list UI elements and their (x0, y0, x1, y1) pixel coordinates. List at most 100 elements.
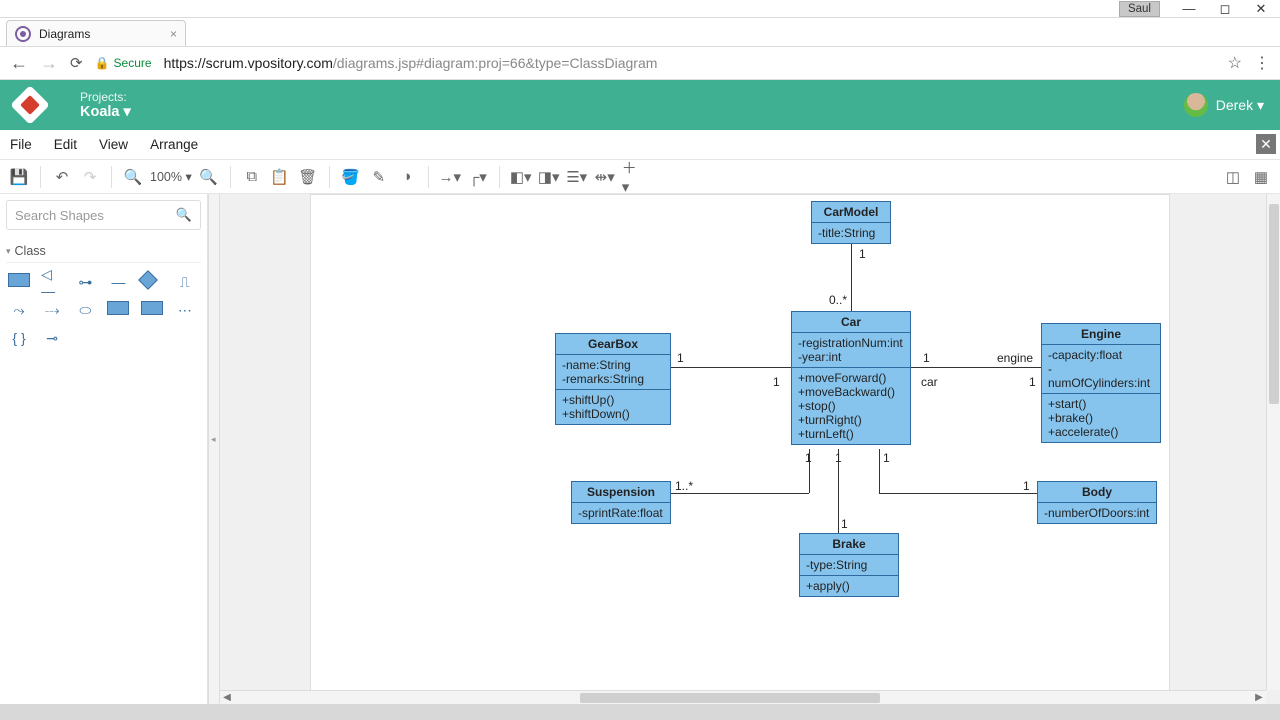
copy-icon[interactable]: ⧉ (241, 166, 263, 188)
shape-generalization-icon[interactable]: ◁— (41, 273, 63, 291)
window-minimize-icon[interactable]: — (1182, 2, 1196, 16)
url-text[interactable]: https://scrum.vpository.com/diagrams.jsp… (164, 55, 1216, 71)
bookmark-star-icon[interactable]: ☆ (1228, 53, 1242, 73)
shadow-icon[interactable]: ◑ (396, 166, 418, 188)
nav-back-icon[interactable]: ← (10, 53, 28, 74)
shape-realization-icon[interactable]: ⤏ (41, 301, 63, 319)
shape-aggregation-icon[interactable] (138, 270, 158, 290)
align-icon[interactable]: ☰▾ (566, 166, 588, 188)
nav-reload-icon[interactable]: ⟳ (70, 54, 83, 72)
toback-icon[interactable]: ◨▾ (538, 166, 560, 188)
edge-car-body-v[interactable] (879, 449, 880, 493)
tab-title: Diagrams (39, 27, 90, 41)
role-label: engine (997, 351, 1033, 365)
edge-car-body-h[interactable] (879, 493, 1039, 494)
shape-constraint-icon[interactable]: { } (8, 329, 30, 347)
project-selector[interactable]: Projects: Koala ▾ (80, 90, 131, 120)
class-brake[interactable]: Brake -type:String +apply() (799, 533, 899, 597)
scroll-right-icon[interactable]: ▶ (1252, 692, 1266, 703)
secure-indicator: 🔒 Secure (95, 56, 152, 70)
mult-label: 1 (1023, 479, 1030, 493)
diagram-canvas[interactable]: 1 0..* 1 1 1 1 engine car 1 1..* 1 1 1 1… (310, 194, 1170, 692)
tofront-icon[interactable]: ◧▾ (510, 166, 532, 188)
projects-label: Projects: (80, 90, 131, 104)
canvas-vscrollbar[interactable] (1266, 194, 1280, 690)
shape-palette: ◁— ⊶ — ⎍ ⤳ ⤏ ⬭ ⋯ { } ⊸ (6, 263, 201, 357)
palette-header[interactable]: Class (6, 240, 201, 263)
panel-splitter[interactable]: ◂ (208, 194, 220, 704)
browser-urlbar: ← → ⟳ 🔒 Secure https://scrum.vpository.c… (0, 46, 1280, 80)
menu-file[interactable]: File (10, 137, 32, 152)
menu-view[interactable]: View (99, 137, 128, 152)
shape-interface-icon[interactable]: ⊶ (74, 273, 96, 291)
stroke-icon[interactable]: ✎ (368, 166, 390, 188)
shape-port-icon[interactable]: ⊸ (41, 329, 63, 347)
shape-dependency-icon[interactable]: ⤳ (8, 301, 30, 319)
mult-label: 1 (773, 375, 780, 389)
mult-label: 1 (1029, 375, 1036, 389)
connector-icon[interactable]: →▾ (439, 166, 461, 188)
shape-component-icon[interactable] (141, 301, 163, 315)
save-icon[interactable]: 💾 (8, 166, 30, 188)
class-gearbox[interactable]: GearBox -name:String -remarks:String +sh… (555, 333, 671, 425)
shape-package-icon[interactable] (107, 301, 129, 315)
window-close-icon[interactable]: ✕ (1254, 2, 1268, 16)
chevron-down-icon: ▾ (124, 104, 131, 120)
user-menu[interactable]: Derek ▾ (1216, 97, 1264, 114)
mult-label: 1 (835, 451, 842, 465)
add-icon[interactable]: ＋▾ (622, 166, 644, 188)
user-avatar[interactable] (1184, 93, 1208, 117)
shape-collaboration-icon[interactable]: ⬭ (74, 301, 96, 319)
zoom-level[interactable]: 100% ▾ (150, 169, 192, 184)
browser-menu-icon[interactable]: ⋮ (1254, 53, 1270, 73)
shape-note-icon[interactable]: ⎍ (174, 273, 196, 291)
vscroll-thumb[interactable] (1269, 204, 1279, 404)
shape-panel: Search Shapes 🔍 Class ◁— ⊶ — ⎍ ⤳ ⤏ ⬭ ⋯ {… (0, 194, 208, 704)
mult-label: 1 (677, 351, 684, 365)
edge-car-engine[interactable] (909, 367, 1043, 368)
workspace: Search Shapes 🔍 Class ◁— ⊶ — ⎍ ⤳ ⤏ ⬭ ⋯ {… (0, 194, 1280, 704)
delete-icon[interactable]: 🗑 (297, 166, 319, 188)
distribute-icon[interactable]: ⇹▾ (594, 166, 616, 188)
format-panel-icon[interactable]: ◫ (1222, 166, 1244, 188)
undo-icon[interactable]: ↶ (51, 166, 73, 188)
scroll-left-icon[interactable]: ◀ (220, 692, 234, 703)
shape-association-icon[interactable]: — (107, 273, 129, 291)
menu-edit[interactable]: Edit (54, 137, 77, 152)
nav-forward-icon[interactable]: → (40, 53, 58, 74)
class-suspension[interactable]: Suspension -sprintRate:float (571, 481, 671, 524)
zoom-in-icon[interactable]: 🔍 (198, 166, 220, 188)
toolbar: 💾 ↶ ↷ 🔍 100% ▾ 🔍 ⧉ 📋 🗑 🪣 ✎ ◑ →▾ ┌▾ ◧▾ ◨▾… (0, 160, 1280, 194)
mult-label: 1 (883, 451, 890, 465)
browser-tab[interactable]: Diagrams × (6, 20, 186, 46)
shape-class-icon[interactable] (8, 273, 30, 287)
shape-anchor-icon[interactable]: ⋯ (174, 301, 196, 319)
waypoint-icon[interactable]: ┌▾ (467, 166, 489, 188)
os-titlebar: Saul — ◻ ✕ (0, 0, 1280, 18)
class-body[interactable]: Body -numberOfDoors:int (1037, 481, 1157, 524)
class-car[interactable]: Car -registrationNum:int -year:int +move… (791, 311, 911, 445)
paste-icon[interactable]: 📋 (269, 166, 291, 188)
hscroll-thumb[interactable] (580, 693, 880, 703)
edge-carmodel-car[interactable] (851, 233, 852, 311)
window-maximize-icon[interactable]: ◻ (1218, 2, 1232, 16)
canvas-hscrollbar[interactable]: ◀ ▶ (220, 690, 1266, 704)
zoom-out-icon[interactable]: 🔍 (122, 166, 144, 188)
fill-icon[interactable]: 🪣 (340, 166, 362, 188)
app-logo-icon[interactable] (10, 85, 50, 125)
favicon-icon (15, 26, 31, 42)
role-label: car (921, 375, 938, 389)
tab-close-icon[interactable]: × (170, 27, 177, 41)
class-engine[interactable]: Engine -capacity:float -numOfCylinders:i… (1041, 323, 1161, 443)
mult-label: 1 (805, 451, 812, 465)
menu-arrange[interactable]: Arrange (150, 137, 198, 152)
edge-car-suspension-h[interactable] (669, 493, 809, 494)
mult-label: 1..* (675, 479, 693, 493)
search-shapes-input[interactable]: Search Shapes 🔍 (6, 200, 201, 230)
redo-icon[interactable]: ↷ (79, 166, 101, 188)
close-diagram-button[interactable]: ✕ (1256, 134, 1276, 154)
mult-label: 1 (841, 517, 848, 531)
edge-gearbox-car[interactable] (671, 367, 791, 368)
outline-panel-icon[interactable]: ▦ (1250, 166, 1272, 188)
class-carmodel[interactable]: CarModel -title:String (811, 201, 891, 244)
